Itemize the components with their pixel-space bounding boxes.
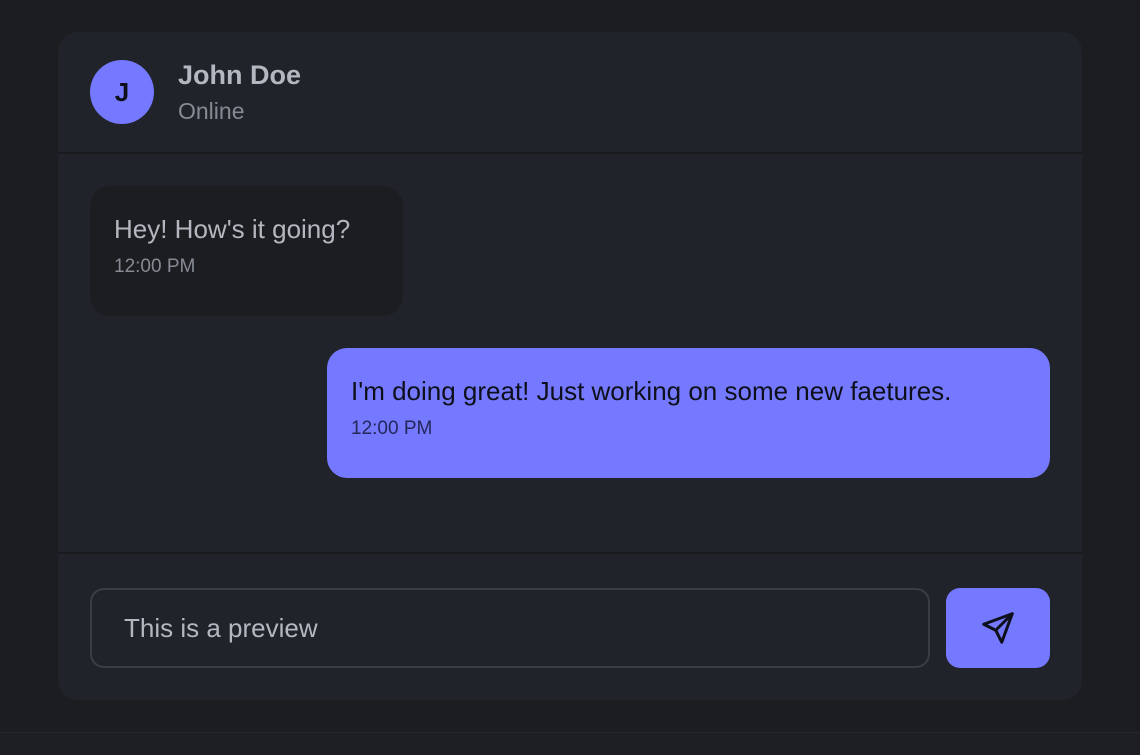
message-text: I'm doing great! Just working on some ne… — [351, 376, 952, 406]
incoming-message: Hey! How's it going? 12:00 PM — [90, 186, 403, 316]
chat-header: J John Doe Online — [58, 32, 1082, 154]
message-input[interactable] — [90, 588, 930, 668]
message-composer — [58, 552, 1082, 700]
contact-name: John Doe — [178, 60, 302, 90]
send-button[interactable] — [946, 588, 1050, 668]
contact-status: Online — [178, 98, 245, 124]
message-list: Hey! How's it going? 12:00 PM I'm doing … — [58, 154, 1082, 552]
message-text: Hey! How's it going? — [114, 214, 351, 244]
chat-window: J John Doe Online Hey! How's it going? 1… — [58, 32, 1082, 700]
outgoing-message: I'm doing great! Just working on some ne… — [327, 348, 1050, 478]
page-bottom-edge — [0, 732, 1140, 755]
message-timestamp: 12:00 PM — [114, 256, 196, 277]
send-icon — [980, 610, 1016, 646]
avatar: J — [90, 60, 154, 124]
message-timestamp: 12:00 PM — [351, 418, 433, 439]
